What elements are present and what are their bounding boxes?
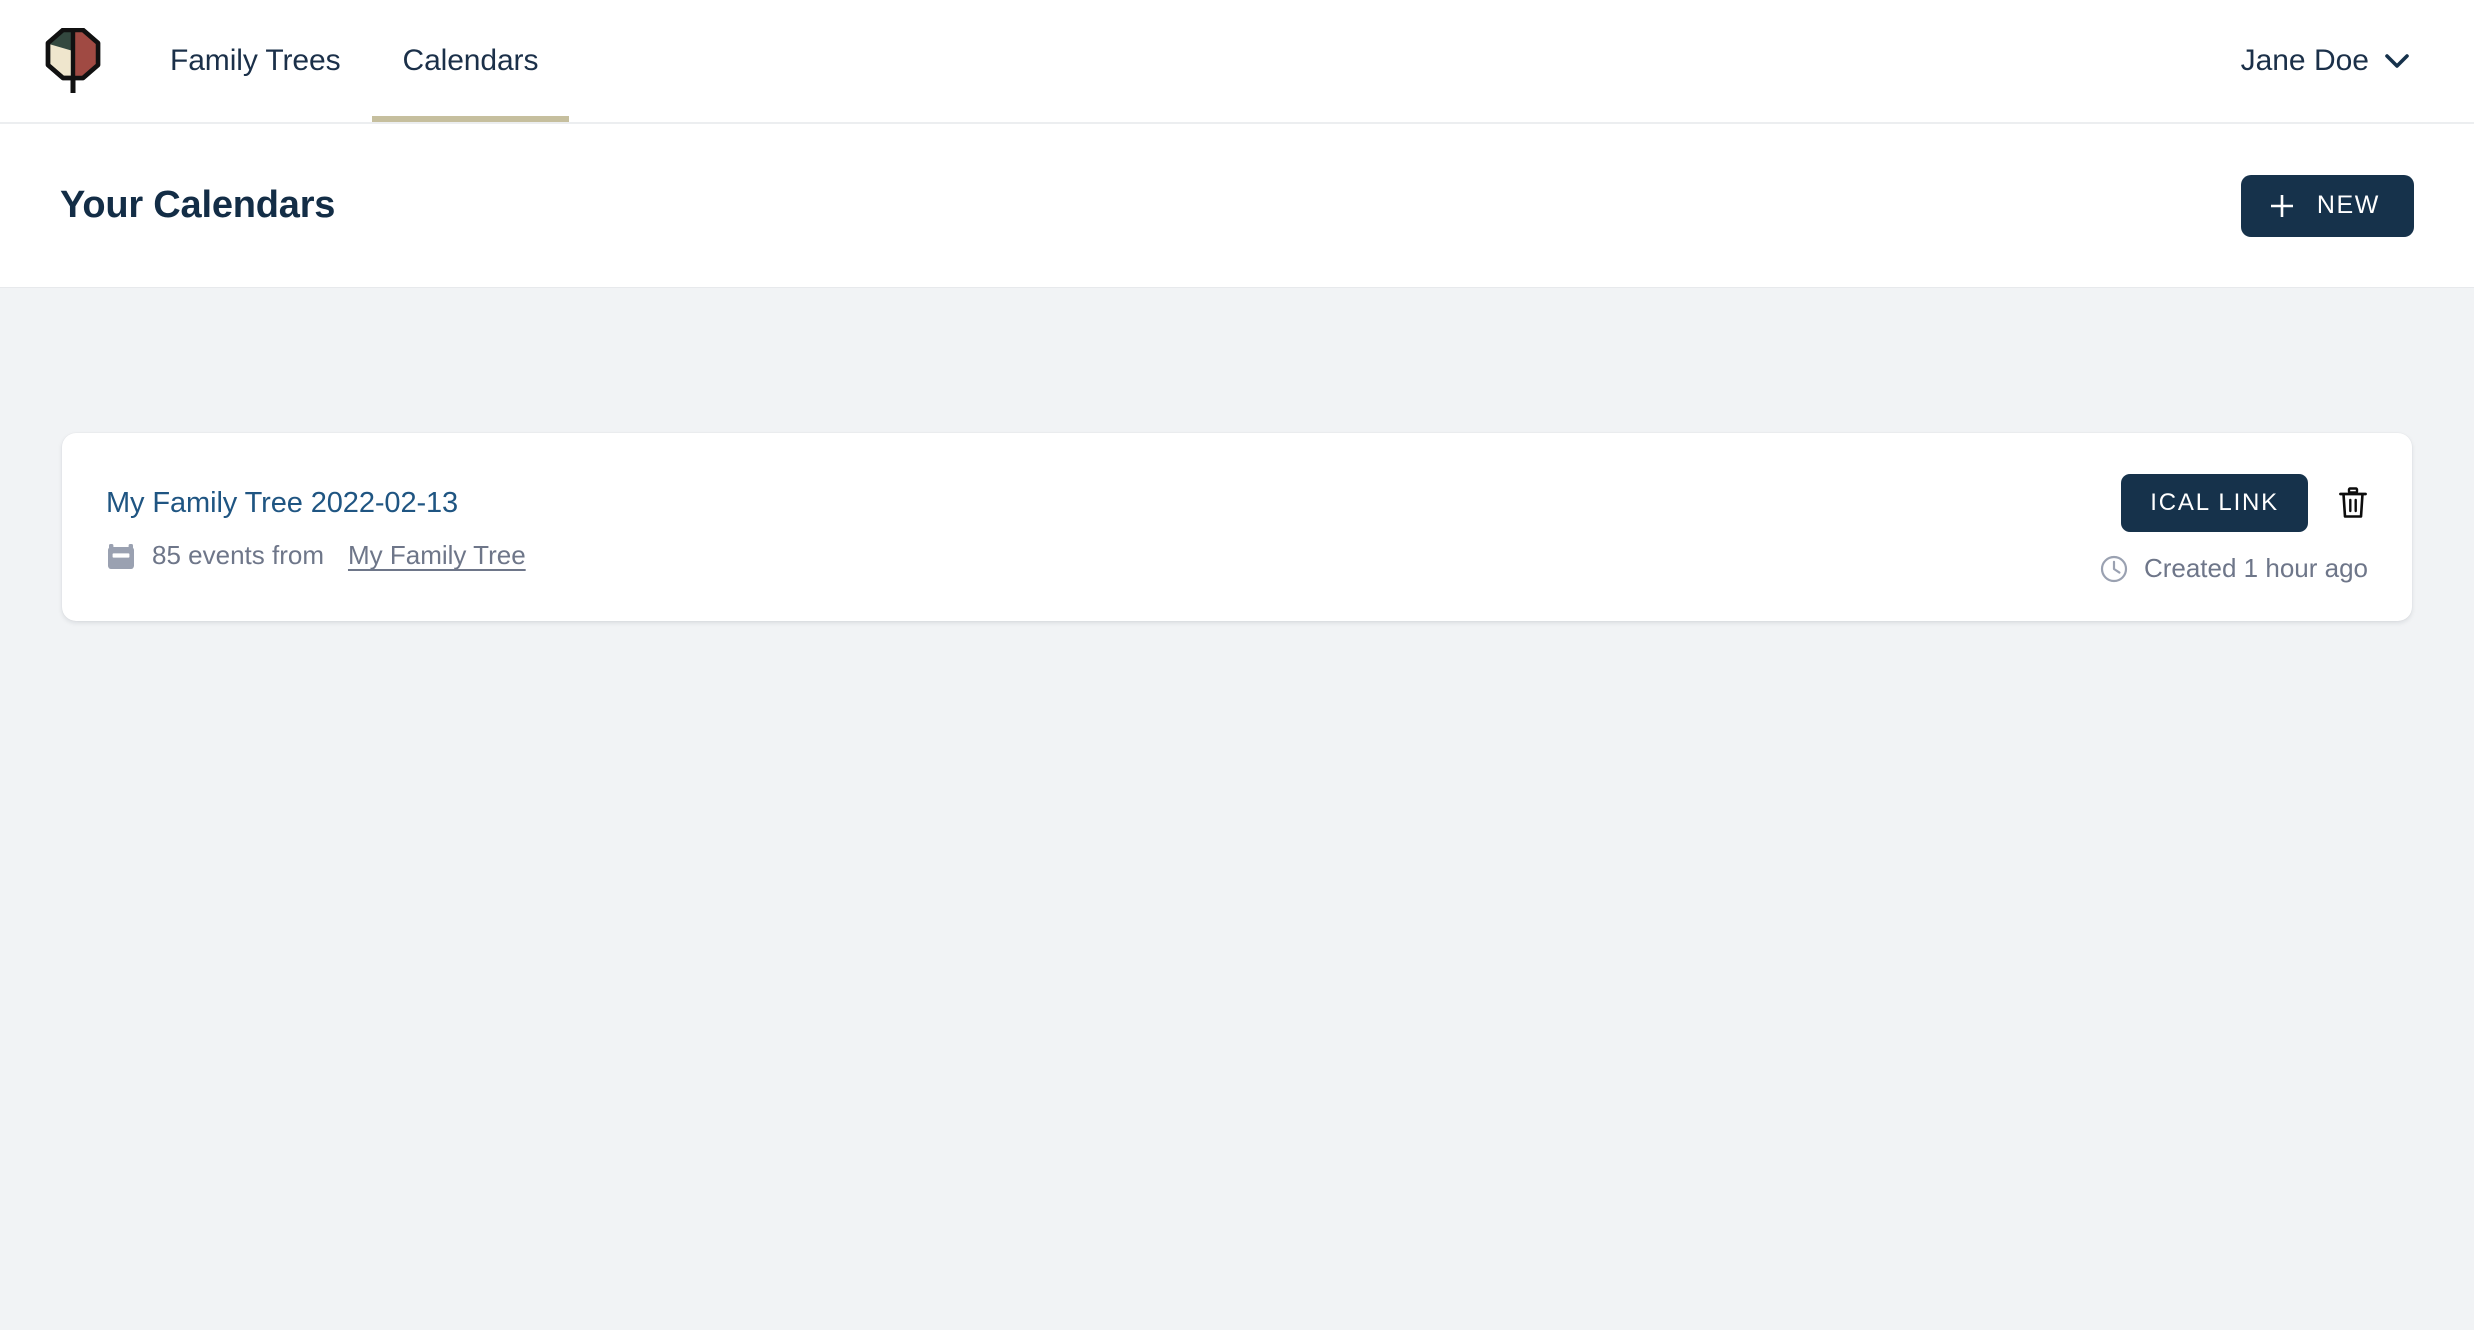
user-menu-button[interactable]: Jane Doe: [2241, 44, 2414, 78]
brand-logo-link[interactable]: [45, 0, 139, 122]
top-navbar: Family Trees Calendars Jane Doe: [0, 0, 2474, 124]
primary-nav-tabs: Family Trees Calendars: [139, 0, 570, 122]
calendar-name-link[interactable]: My Family Tree 2022-02-13: [106, 487, 526, 520]
new-calendar-button-label: NEW: [2316, 191, 2380, 219]
trash-icon: [2339, 487, 2367, 518]
nav-tab-calendars[interactable]: Calendars: [371, 0, 570, 122]
calendar-created-meta: Created 1 hour ago: [2100, 553, 2370, 584]
calendar-card: My Family Tree 2022-02-13 85 events from…: [62, 433, 2412, 621]
new-calendar-button[interactable]: NEW: [2240, 174, 2414, 237]
calendar-card-actions: ICAL LINK Created 1 hour ago: [2100, 470, 2370, 584]
calendar-created-label: Created 1 hour ago: [2143, 553, 2368, 583]
ical-link-button[interactable]: ICAL LINK: [2121, 474, 2308, 532]
clock-icon: [2100, 555, 2128, 582]
nav-tab-calendars-label: Calendars: [402, 44, 539, 77]
chevron-down-icon: [2385, 53, 2409, 68]
calendar-card-subtitle: 85 events from My Family Tree: [106, 540, 526, 571]
page-header-band: Your Calendars NEW: [0, 124, 2474, 288]
calendar-source-link[interactable]: My Family Tree: [348, 540, 526, 571]
main-content: My Family Tree 2022-02-13 85 events from…: [0, 288, 2474, 1330]
nav-tab-family-trees[interactable]: Family Trees: [139, 0, 372, 122]
calendar-card-info: My Family Tree 2022-02-13 85 events from…: [106, 483, 526, 571]
user-name-label: Jane Doe: [2240, 44, 2369, 77]
ical-link-button-label: ICAL LINK: [2150, 489, 2279, 516]
navbar-left-group: Family Trees Calendars: [45, 0, 2241, 122]
plus-icon: [2270, 194, 2293, 217]
family-tree-logo-icon: [45, 28, 101, 93]
delete-calendar-button[interactable]: [2336, 485, 2370, 521]
navbar-right-group: Jane Doe: [2241, 0, 2414, 122]
page-title: Your Calendars: [60, 184, 336, 226]
nav-tab-family-trees-label: Family Trees: [170, 44, 341, 77]
calendar-events-count-label: 85 events from: [152, 540, 324, 570]
calendar-card-action-row: ICAL LINK: [2121, 474, 2370, 532]
calendar-icon: [108, 543, 134, 569]
